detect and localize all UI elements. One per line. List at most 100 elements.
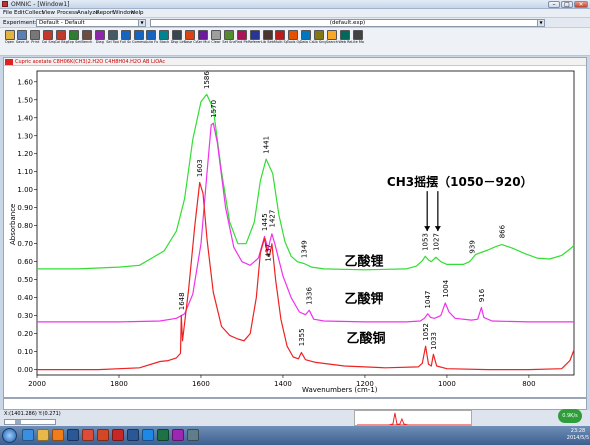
app-icon[interactable] bbox=[187, 429, 199, 441]
toolbar-label: Web Ref bbox=[338, 40, 352, 44]
toolbar-button-1[interactable]: Save As bbox=[16, 30, 29, 44]
tray-clock: 23:28 2014/5/5 bbox=[566, 428, 590, 441]
y-axis-title: Absorbance bbox=[9, 204, 17, 245]
peak-label: 1355 bbox=[298, 328, 306, 346]
peak-label: 1033 bbox=[430, 332, 438, 350]
minimize-button[interactable]: – bbox=[548, 1, 560, 8]
x-tick-label: 1800 bbox=[110, 380, 128, 388]
toolbar-button-7[interactable]: Diag bbox=[93, 30, 106, 44]
menu-file[interactable]: File bbox=[3, 10, 12, 16]
taskbar: 23:28 2014/5/5 bbox=[0, 426, 590, 445]
toolbar-button-15[interactable]: Ser Mul bbox=[197, 30, 210, 44]
toolbar-label: Save As bbox=[15, 40, 29, 44]
toolbar-button-23[interactable]: Data Cap bbox=[300, 30, 313, 44]
toolbar-button-27[interactable]: Lite Mod bbox=[351, 30, 364, 44]
toolbar-button-19[interactable]: Reference bbox=[248, 30, 261, 44]
peak-label: 1349 bbox=[300, 240, 308, 258]
slider-knob[interactable] bbox=[15, 420, 21, 424]
toolbar-button-13[interactable]: Disp Lim bbox=[171, 30, 184, 44]
powerpoint-icon[interactable] bbox=[97, 429, 109, 441]
peak-label: 1047 bbox=[424, 291, 432, 309]
explorer-icon[interactable] bbox=[142, 429, 154, 441]
toolbar-button-25[interactable]: Search bbox=[326, 30, 339, 44]
selection-tool-icon bbox=[107, 30, 118, 40]
find-peaks-icon bbox=[236, 30, 247, 40]
toolbar-button-0[interactable]: Open bbox=[3, 30, 16, 44]
toolbar-button-4[interactable]: Col Bkg bbox=[55, 30, 68, 44]
menu-view[interactable]: View bbox=[42, 10, 55, 16]
x-tick-label: 1400 bbox=[274, 380, 292, 388]
toolbar-button-21[interactable]: Multi Spe bbox=[274, 30, 287, 44]
overview-thumbnail[interactable] bbox=[354, 410, 472, 426]
reference-icon bbox=[249, 30, 260, 40]
toolbar-button-18[interactable]: Find Pks bbox=[235, 30, 248, 44]
collect-background-icon bbox=[56, 30, 67, 40]
menu-report[interactable]: Report bbox=[96, 10, 114, 16]
media-icon[interactable] bbox=[52, 429, 64, 441]
window-select[interactable]: (default.exp) ▼ bbox=[150, 19, 545, 27]
menu-collect[interactable]: Collect bbox=[25, 10, 44, 16]
tools-options-icon bbox=[288, 30, 299, 40]
peak-label: 1052 bbox=[422, 323, 430, 341]
toolbar-button-26[interactable]: Web Ref bbox=[338, 30, 351, 44]
title-bar: OMNIC - [Window1] – □ ✕ bbox=[0, 0, 590, 9]
toolbar-label: Bench bbox=[81, 40, 93, 44]
spectrum-preview-strip[interactable] bbox=[3, 398, 587, 410]
toolbar-label: Data Cap bbox=[299, 40, 313, 44]
y-tick-label: 0.70 bbox=[17, 240, 33, 248]
thumbnail-peak bbox=[395, 417, 409, 425]
toolbar-button-11[interactable]: Auto Full bbox=[145, 30, 158, 44]
y-tick-label: 1.10 bbox=[17, 168, 33, 176]
toolbar-button-12[interactable]: Stack bbox=[158, 30, 171, 44]
collect-sample-icon bbox=[43, 30, 54, 40]
menu-process[interactable]: Process bbox=[57, 10, 78, 16]
toolbar-button-6[interactable]: Bench bbox=[80, 30, 93, 44]
close-button[interactable]: ✕ bbox=[574, 1, 588, 8]
toolbar-button-3[interactable]: Col Smp bbox=[42, 30, 55, 44]
scroll-slider[interactable] bbox=[4, 419, 56, 425]
spectrum-chart[interactable]: Absorbance Wavenumbers (cm-1) 0.000.100.… bbox=[4, 58, 588, 399]
experiment-select[interactable]: Default - Default ▼ bbox=[36, 19, 146, 27]
menu-edit[interactable]: Edit bbox=[14, 10, 25, 16]
toolbar-button-2[interactable]: Print bbox=[29, 30, 42, 44]
excel-icon[interactable] bbox=[157, 429, 169, 441]
toolbar-label: Col Smp bbox=[41, 40, 55, 44]
toolbar: OpenSave AsPrintCol SmpCol BkgExp SetBen… bbox=[0, 28, 590, 56]
ie-icon[interactable] bbox=[22, 429, 34, 441]
toolbar-button-14[interactable]: Base Cor bbox=[184, 30, 197, 44]
word-icon[interactable] bbox=[127, 429, 139, 441]
paint-icon[interactable] bbox=[172, 429, 184, 441]
toolbar-button-10[interactable]: Common bbox=[132, 30, 145, 44]
toolbar-button-22[interactable]: Tools Opt bbox=[287, 30, 300, 44]
peak-label: 1027 bbox=[432, 233, 440, 251]
x-tick-label: 1200 bbox=[356, 380, 374, 388]
toolbar-button-24[interactable]: Lib Srcg bbox=[313, 30, 326, 44]
peak-labels: 15861570160314411445 14271437164813491336… bbox=[178, 71, 507, 350]
thumbnail-peak bbox=[388, 412, 402, 425]
spectrum-window[interactable]: Cupric acetate C8H06K(CH3)2.H2O C4H8H04.… bbox=[3, 57, 587, 398]
maximize-button[interactable]: □ bbox=[561, 1, 573, 8]
toolbar-button-8[interactable]: Sel Tools bbox=[106, 30, 119, 44]
chrome-icon[interactable] bbox=[82, 429, 94, 441]
toolbar-button-17[interactable]: Set Snap bbox=[222, 30, 235, 44]
window-value: (default.exp) bbox=[329, 20, 366, 26]
toolbar-label: Diag bbox=[95, 40, 104, 44]
toolbar-button-5[interactable]: Exp Set bbox=[68, 30, 81, 44]
omnic-icon[interactable] bbox=[112, 429, 124, 441]
toolbar-label: Multi Spe bbox=[273, 40, 287, 44]
y-tick-label: 0.00 bbox=[17, 366, 33, 374]
toolbar-button-20[interactable]: Lib Setup bbox=[261, 30, 274, 44]
toolbar-button-9[interactable]: Full Sc bbox=[119, 30, 132, 44]
menu-help[interactable]: Help bbox=[131, 10, 144, 16]
y-tick-label: 0.80 bbox=[17, 222, 33, 230]
start-button[interactable] bbox=[2, 428, 17, 443]
data-capture-icon bbox=[301, 30, 312, 40]
peak-label: 1586 bbox=[203, 71, 211, 89]
series-label-0: 乙酸锂 bbox=[344, 253, 383, 269]
stack-spectra-icon bbox=[159, 30, 170, 40]
toolbar-button-16[interactable]: Clear bbox=[209, 30, 222, 44]
folder-icon[interactable] bbox=[37, 429, 49, 441]
peak-label: 1648 bbox=[178, 292, 186, 310]
toolbar-label: Search bbox=[325, 40, 339, 44]
word-icon[interactable] bbox=[67, 429, 79, 441]
